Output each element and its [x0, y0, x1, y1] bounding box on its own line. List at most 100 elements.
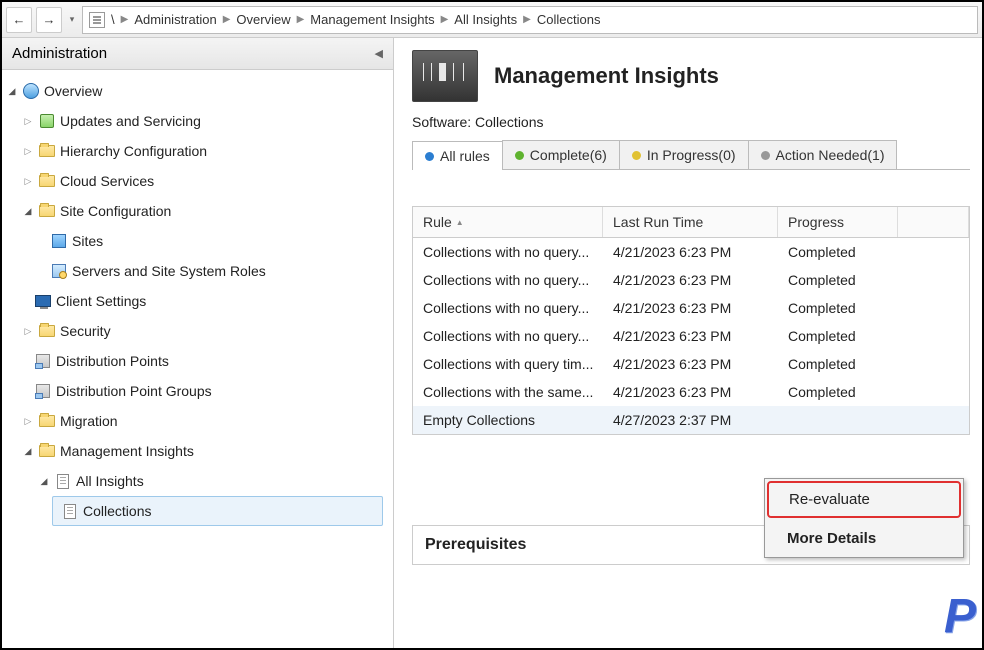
cell-empty	[898, 382, 969, 402]
table-row[interactable]: Collections with no query...4/21/2023 6:…	[413, 266, 969, 294]
tree-label: Site Configuration	[60, 203, 171, 219]
cell-empty	[898, 242, 969, 262]
cell-empty	[898, 298, 969, 318]
cell-time: 4/21/2023 6:23 PM	[603, 298, 778, 318]
tab-complete[interactable]: Complete(6)	[502, 140, 620, 169]
cell-empty	[898, 354, 969, 374]
tree-label: All Insights	[76, 473, 144, 489]
breadcrumb-segment[interactable]: Management Insights	[310, 12, 434, 27]
menu-item-more-details[interactable]: More Details	[765, 520, 963, 557]
tab-in-progress[interactable]: In Progress(0)	[619, 140, 749, 169]
tree-node-dp[interactable]: Distribution Points	[2, 346, 393, 376]
folder-icon	[38, 412, 56, 430]
cell-rule: Collections with no query...	[413, 298, 603, 318]
tree-node-security[interactable]: Security	[2, 316, 393, 346]
breadcrumb-segment[interactable]: \	[111, 12, 115, 27]
tree-label: Migration	[60, 413, 118, 429]
cell-rule: Collections with no query...	[413, 326, 603, 346]
breadcrumb-segment[interactable]: All Insights	[454, 12, 517, 27]
back-button[interactable]: ←	[6, 7, 32, 33]
tree-label: Security	[60, 323, 111, 339]
expand-toggle[interactable]	[22, 176, 34, 187]
menu-item-reevaluate[interactable]: Re-evaluate	[767, 481, 961, 518]
sites-icon	[50, 232, 68, 250]
tree-node-migration[interactable]: Migration	[2, 406, 393, 436]
cell-empty	[898, 326, 969, 346]
tree-node-hierarchy[interactable]: Hierarchy Configuration	[2, 136, 393, 166]
tree-label: Distribution Points	[56, 353, 169, 369]
tree-label: Updates and Servicing	[60, 113, 201, 129]
expand-toggle[interactable]	[6, 86, 18, 97]
tab-label: Action Needed(1)	[776, 147, 885, 163]
content-pane: Management Insights Software: Collection…	[394, 38, 982, 648]
cell-rule: Collections with no query...	[413, 270, 603, 290]
overview-icon	[22, 82, 40, 100]
tree-node-mi[interactable]: Management Insights	[2, 436, 393, 466]
menu-label: More Details	[787, 530, 876, 547]
folder-icon	[38, 142, 56, 160]
column-label: Progress	[788, 214, 844, 230]
tree-node-updates[interactable]: Updates and Servicing	[2, 106, 393, 136]
tree-label: Overview	[44, 83, 102, 99]
cell-time: 4/21/2023 6:23 PM	[603, 326, 778, 346]
grid-body: Collections with no query...4/21/2023 6:…	[413, 238, 969, 434]
breadcrumb-segment[interactable]: Overview	[236, 12, 290, 27]
table-row[interactable]: Collections with no query...4/21/2023 6:…	[413, 294, 969, 322]
tab-label: Complete(6)	[530, 147, 607, 163]
breadcrumb-segment[interactable]: Collections	[537, 12, 601, 27]
column-header-empty[interactable]	[898, 207, 969, 237]
document-icon	[61, 502, 79, 520]
software-line: Software: Collections	[412, 114, 970, 130]
page-title: Management Insights	[494, 63, 719, 89]
chevron-right-icon: ▶	[121, 14, 129, 25]
rules-grid: Rule ▲ Last Run Time Progress Collection…	[412, 206, 970, 435]
column-header-rule[interactable]: Rule ▲	[413, 207, 603, 237]
tree-node-cloud[interactable]: Cloud Services	[2, 166, 393, 196]
tree-label: Cloud Services	[60, 173, 154, 189]
table-row[interactable]: Empty Collections4/27/2023 2:37 PM	[413, 406, 969, 434]
breadcrumb[interactable]: \ ▶ Administration ▶ Overview ▶ Manageme…	[82, 6, 978, 34]
history-dropdown[interactable]: ▾	[66, 14, 78, 25]
tree-node-client[interactable]: Client Settings	[2, 286, 393, 316]
menu-label: Re-evaluate	[789, 491, 870, 508]
breadcrumb-segment[interactable]: Administration	[134, 12, 216, 27]
software-value: Collections	[475, 114, 543, 130]
nav-tree: Overview Updates and Servicing Hierarchy…	[2, 70, 393, 532]
column-header-progress[interactable]: Progress	[778, 207, 898, 237]
distribution-point-group-icon	[34, 382, 52, 400]
chevron-right-icon: ▶	[523, 14, 531, 25]
table-row[interactable]: Collections with no query...4/21/2023 6:…	[413, 238, 969, 266]
tab-action-needed[interactable]: Action Needed(1)	[748, 140, 898, 169]
forward-button[interactable]: →	[36, 7, 62, 33]
distribution-point-icon	[34, 352, 52, 370]
tree-node-servers[interactable]: Servers and Site System Roles	[2, 256, 393, 286]
tab-label: All rules	[440, 148, 490, 164]
table-row[interactable]: Collections with no query...4/21/2023 6:…	[413, 322, 969, 350]
cell-empty	[898, 270, 969, 290]
tree-node-allinsights[interactable]: All Insights	[2, 466, 393, 496]
column-header-time[interactable]: Last Run Time	[603, 207, 778, 237]
tree-label: Sites	[72, 233, 103, 249]
navigation-sidebar: Administration ◀ Overview Updates and Se…	[2, 38, 394, 648]
collapse-icon[interactable]: ◀	[375, 47, 383, 60]
expand-toggle[interactable]	[22, 146, 34, 157]
tree-node-sites[interactable]: Sites	[2, 226, 393, 256]
expand-toggle[interactable]	[22, 116, 34, 127]
cell-progress: Completed	[778, 326, 898, 346]
cell-time: 4/21/2023 6:23 PM	[603, 270, 778, 290]
tree-node-siteconf[interactable]: Site Configuration	[2, 196, 393, 226]
tree-node-collections[interactable]: Collections	[52, 496, 383, 526]
table-row[interactable]: Collections with the same...4/21/2023 6:…	[413, 378, 969, 406]
table-row[interactable]: Collections with query tim...4/21/2023 6…	[413, 350, 969, 378]
expand-toggle[interactable]	[22, 326, 34, 337]
tree-node-overview[interactable]: Overview	[2, 76, 393, 106]
tree-node-dpg[interactable]: Distribution Point Groups	[2, 376, 393, 406]
tab-all-rules[interactable]: All rules	[412, 141, 503, 170]
chevron-right-icon: ▶	[441, 14, 449, 25]
expand-toggle[interactable]	[22, 416, 34, 427]
expand-toggle[interactable]	[22, 446, 34, 457]
cell-time: 4/27/2023 2:37 PM	[603, 410, 778, 430]
expand-toggle[interactable]	[38, 476, 50, 487]
expand-toggle[interactable]	[22, 206, 34, 217]
folder-icon	[38, 172, 56, 190]
